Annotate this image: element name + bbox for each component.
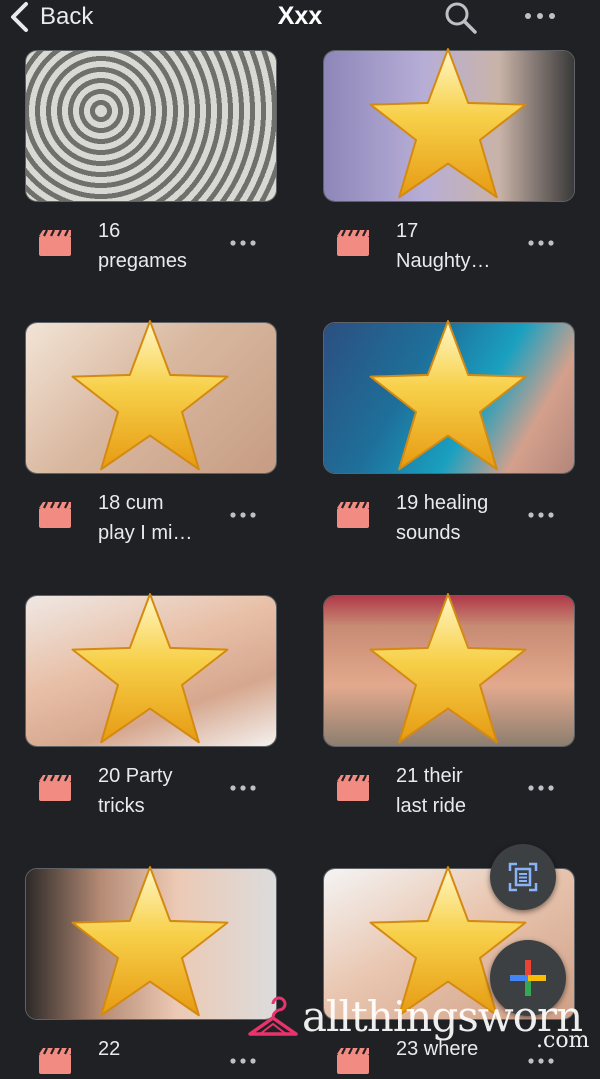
scan-document-button[interactable] bbox=[490, 844, 556, 910]
more-horizontal-icon bbox=[528, 240, 554, 246]
file-more-button[interactable] bbox=[229, 236, 257, 254]
file-more-button[interactable] bbox=[527, 236, 555, 254]
video-file-icon bbox=[337, 501, 369, 533]
file-name-line: 17 bbox=[396, 220, 419, 242]
more-horizontal-icon bbox=[230, 512, 256, 518]
file-more-button[interactable] bbox=[527, 508, 555, 526]
censor-star-icon bbox=[369, 48, 527, 199]
more-horizontal-icon bbox=[230, 785, 256, 791]
file-name: 21 their last ride bbox=[396, 761, 516, 821]
file-name-line: 18 cum bbox=[98, 492, 164, 514]
back-label: Back bbox=[40, 3, 94, 30]
file-more-button[interactable] bbox=[527, 781, 555, 799]
video-file-icon bbox=[39, 229, 71, 261]
more-horizontal-icon bbox=[528, 785, 554, 791]
file-more-button[interactable] bbox=[229, 781, 257, 799]
thumbnail-image bbox=[26, 51, 276, 201]
file-card[interactable]: 21 their last ride bbox=[323, 593, 575, 817]
video-file-icon bbox=[337, 229, 369, 261]
file-name-line: tricks bbox=[98, 795, 145, 817]
file-name-line: 22 bbox=[98, 1038, 121, 1060]
search-icon bbox=[445, 2, 477, 34]
more-horizontal-icon bbox=[230, 240, 256, 246]
file-name-line: 20 Party bbox=[98, 765, 173, 787]
video-file-icon bbox=[337, 774, 369, 806]
censor-star-icon bbox=[71, 866, 229, 1017]
video-file-icon bbox=[39, 501, 71, 533]
file-more-button[interactable] bbox=[527, 1054, 555, 1072]
chevron-left-icon bbox=[11, 2, 28, 32]
document-scan-icon bbox=[508, 862, 538, 892]
censor-star-icon bbox=[369, 593, 527, 744]
back-button[interactable]: Back bbox=[8, 0, 93, 34]
file-name-line: 21 their bbox=[396, 765, 463, 787]
more-horizontal-icon bbox=[230, 1058, 256, 1064]
more-horizontal-icon bbox=[525, 13, 555, 19]
file-card[interactable]: 18 cum play I mi… bbox=[25, 320, 277, 544]
censor-star-icon bbox=[71, 320, 229, 471]
hanger-logo-icon bbox=[248, 996, 298, 1036]
file-name-line: 19 healing bbox=[396, 492, 489, 514]
file-name-line: sounds bbox=[396, 522, 461, 544]
file-name: 16 pregames bbox=[98, 216, 218, 276]
file-name-line: last ride bbox=[396, 795, 467, 817]
censor-star-icon bbox=[71, 593, 229, 744]
file-card[interactable]: 16 pregames bbox=[25, 50, 277, 272]
file-thumbnail[interactable] bbox=[25, 50, 277, 202]
file-name: 18 cum play I mi… bbox=[98, 488, 218, 548]
file-card[interactable]: 22 bbox=[25, 866, 277, 1074]
more-horizontal-icon bbox=[528, 512, 554, 518]
file-card[interactable]: 19 healing sounds bbox=[323, 320, 575, 544]
search-button[interactable] bbox=[444, 1, 478, 40]
more-horizontal-icon bbox=[528, 1058, 554, 1064]
file-name: 19 healing sounds bbox=[396, 488, 516, 548]
top-bar: Back Xxx bbox=[0, 0, 600, 38]
file-card[interactable]: 17 Naughty… bbox=[323, 48, 575, 272]
file-more-button[interactable] bbox=[229, 508, 257, 526]
video-file-icon bbox=[39, 774, 71, 806]
video-file-icon bbox=[39, 1047, 71, 1079]
file-name-line: 16 bbox=[98, 220, 121, 242]
file-name: 17 Naughty… bbox=[396, 216, 516, 276]
file-name-line: play I mi… bbox=[98, 522, 193, 544]
file-name: 22 bbox=[98, 1034, 218, 1064]
file-card[interactable]: 20 Party tricks bbox=[25, 593, 277, 817]
censor-star-icon bbox=[369, 320, 527, 471]
watermark-suffix: .com bbox=[536, 1028, 590, 1053]
file-more-button[interactable] bbox=[229, 1054, 257, 1072]
file-name-line: pregames bbox=[98, 250, 187, 272]
file-name-line: Naughty… bbox=[396, 250, 491, 272]
watermark: allthingsworn .com bbox=[246, 990, 592, 1054]
more-options-button[interactable] bbox=[522, 6, 558, 31]
file-name: 20 Party tricks bbox=[98, 761, 218, 821]
